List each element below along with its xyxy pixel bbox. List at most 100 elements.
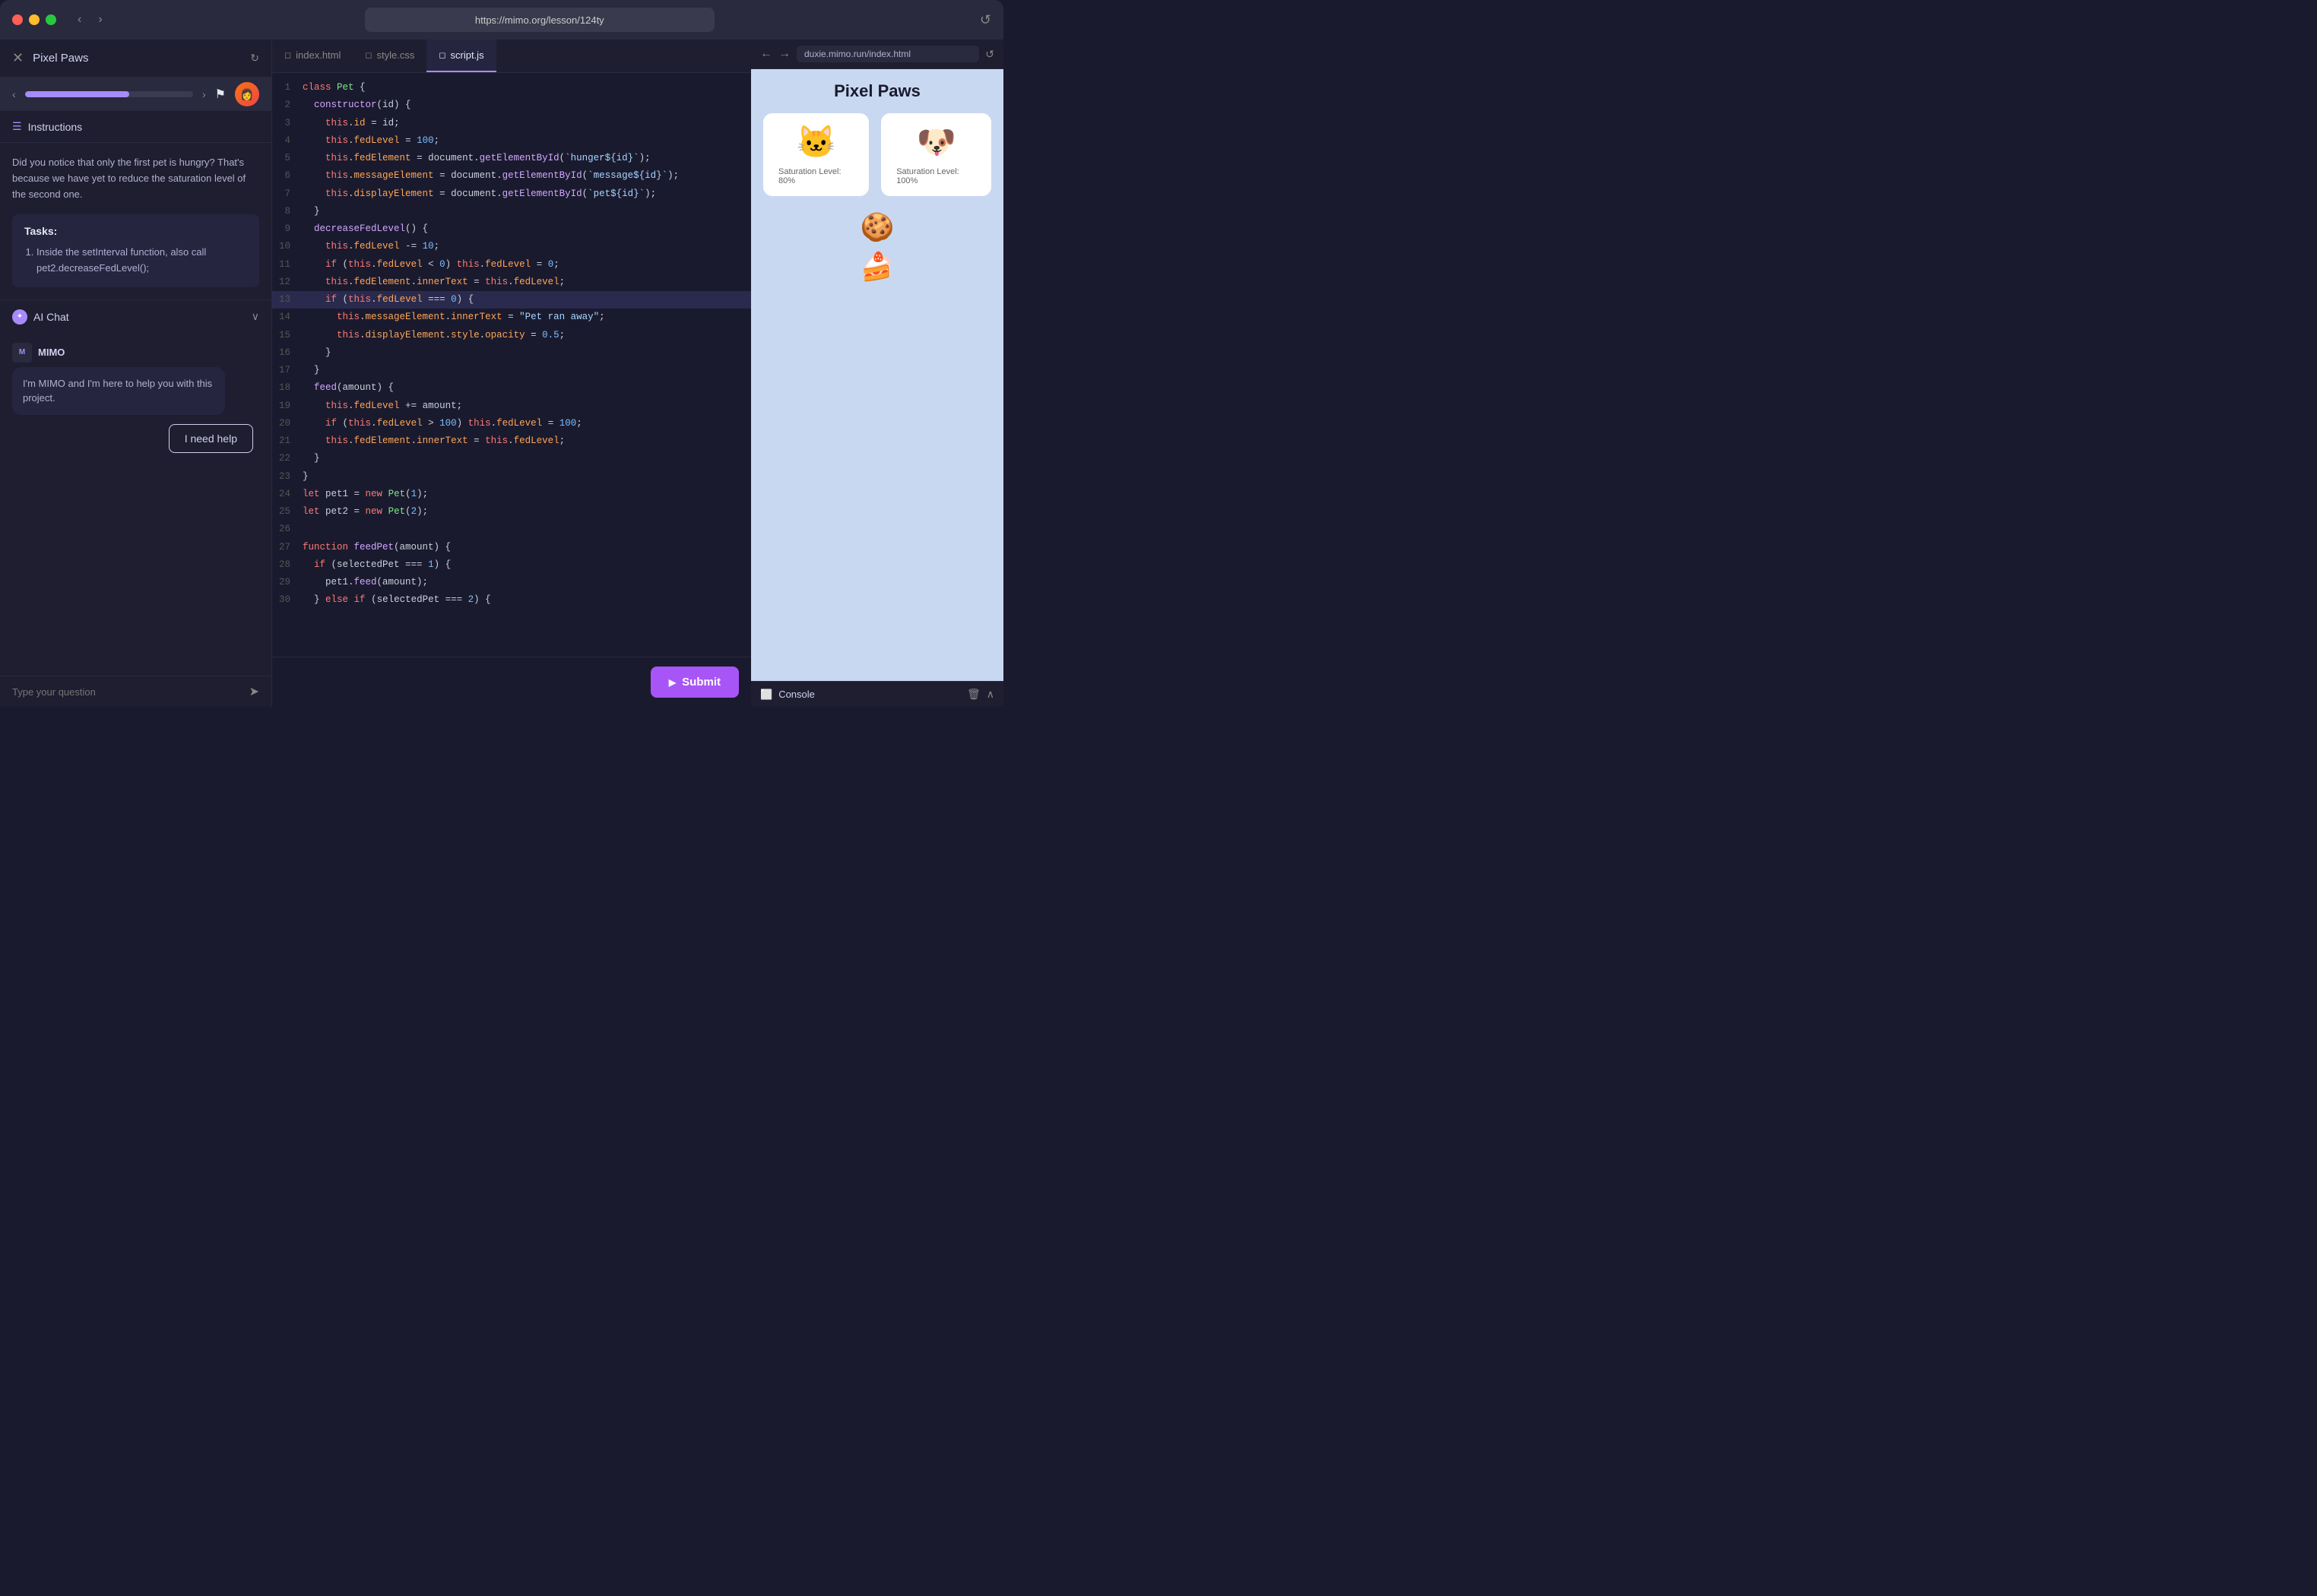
browser-refresh-icon[interactable]: ↺ (980, 12, 991, 28)
url-bar[interactable]: https://mimo.org/lesson/124ty (365, 8, 715, 32)
code-line-21: 21 this.fedElement.innerText = this.fedL… (272, 432, 751, 450)
tab-index-html[interactable]: ◻ index.html (272, 40, 353, 72)
left-header: ✕ Pixel Paws ↻ (0, 40, 271, 78)
code-line-25: 25 let pet2 = new Pet(2); (272, 503, 751, 521)
chat-input-row: ➤ (0, 676, 271, 707)
project-name: Pixel Paws (33, 52, 241, 65)
browser-nav: ‹ › (71, 10, 109, 30)
pet-card-2: 🐶 Saturation Level: 100% (881, 113, 991, 196)
tab-style-css[interactable]: ◻ style.css (353, 40, 426, 72)
right-panel: ← → duxie.mimo.run/index.html ↺ Pixel Pa… (751, 40, 1003, 707)
code-line-11: 11 if (this.fedLevel < 0) this.fedLevel … (272, 256, 751, 274)
console-label: Console (778, 689, 961, 700)
task-item: Inside the setInterval function, also ca… (36, 245, 247, 277)
code-line-20: 20 if (this.fedLevel > 100) this.fedLeve… (272, 415, 751, 432)
code-line-3: 3 this.id = id; (272, 115, 751, 132)
url-text: https://mimo.org/lesson/124ty (475, 14, 604, 26)
code-line-19: 19 this.fedLevel += amount; (272, 397, 751, 415)
tabs-bar: ◻ index.html ◻ style.css ◻ script.js (272, 40, 751, 73)
code-line-29: 29 pet1.feed(amount); (272, 574, 751, 591)
code-line-22: 22 } (272, 450, 751, 467)
instructions-header: ☰ Instructions (0, 111, 271, 143)
console-delete-icon[interactable]: 🗑 (967, 688, 981, 701)
mimo-msg-header: M MIMO (12, 343, 259, 363)
code-line-12: 12 this.fedElement.innerText = this.fedL… (272, 274, 751, 291)
forward-arrow-icon[interactable]: › (92, 10, 108, 30)
tab-css-label: style.css (377, 49, 415, 61)
title-bar: ‹ › https://mimo.org/lesson/124ty ↺ (0, 0, 1003, 40)
preview-forward-icon[interactable]: → (778, 47, 791, 61)
code-line-2: 2 constructor(id) { (272, 97, 751, 114)
html-file-icon: ◻ (284, 50, 291, 60)
code-line-4: 4 this.fedLevel = 100; (272, 132, 751, 150)
back-arrow-icon[interactable]: ‹ (71, 10, 87, 30)
preview-refresh-icon[interactable]: ↺ (985, 48, 994, 61)
code-line-28: 28 if (selectedPet === 1) { (272, 556, 751, 574)
code-line-5: 5 this.fedElement = document.getElementB… (272, 150, 751, 167)
pet-card-1: 🐱 Saturation Level: 80% (763, 113, 869, 196)
progress-forward-icon[interactable]: › (202, 88, 206, 100)
instructions-label: Instructions (28, 121, 83, 133)
center-panel: ◻ index.html ◻ style.css ◻ script.js 1 c… (272, 40, 751, 707)
maximize-button[interactable] (46, 14, 56, 25)
code-line-10: 10 this.fedLevel -= 10; (272, 238, 751, 255)
ai-chat-label: AI Chat (33, 311, 246, 323)
code-line-23: 23 } (272, 468, 751, 486)
console-collapse-icon[interactable]: ∧ (987, 688, 994, 701)
minimize-button[interactable] (29, 14, 40, 25)
pet-1-saturation: Saturation Level: 80% (778, 167, 854, 185)
preview-title: Pixel Paws (834, 81, 921, 101)
instructions-icon: ☰ (12, 120, 22, 133)
submit-area: Submit (272, 657, 751, 707)
progress-track (25, 91, 193, 97)
code-line-27: 27 function feedPet(amount) { (272, 539, 751, 556)
submit-button[interactable]: Submit (651, 667, 739, 698)
code-line-14: 14 this.messageElement.innerText = "Pet … (272, 309, 751, 326)
preview-back-icon[interactable]: ← (760, 47, 772, 61)
food-cake-emoji: 🍰 (861, 251, 895, 283)
code-line-6: 6 this.messageElement = document.getElem… (272, 167, 751, 185)
preview-content: Pixel Paws 🐱 Saturation Level: 80% 🐶 Sat… (751, 69, 1003, 681)
ai-chat-section: ✦ AI Chat ∨ M MIMO I'm MIMO and I'm here… (0, 299, 271, 707)
code-line-13: 13 if (this.fedLevel === 0) { (272, 291, 751, 309)
chat-input[interactable] (12, 686, 243, 698)
tab-script-js[interactable]: ◻ script.js (426, 40, 496, 72)
avatar: 👩 (235, 82, 259, 106)
ai-chat-header[interactable]: ✦ AI Chat ∨ (0, 300, 271, 334)
code-line-24: 24 let pet1 = new Pet(1); (272, 486, 751, 503)
mimo-message: M MIMO I'm MIMO and I'm here to help you… (12, 343, 259, 415)
mimo-avatar: M (12, 343, 32, 363)
pet-2-saturation: Saturation Level: 100% (896, 167, 976, 185)
code-line-8: 8 } (272, 203, 751, 220)
console-icon: ⬜ (760, 689, 772, 701)
close-button[interactable] (12, 14, 23, 25)
left-panel: ✕ Pixel Paws ↻ ‹ › ⚑ 👩 ☰ Instructions Di… (0, 40, 272, 707)
close-icon[interactable]: ✕ (12, 50, 24, 66)
tab-js-label: script.js (451, 49, 484, 61)
code-line-9: 9 decreaseFedLevel() { (272, 220, 751, 238)
food-items: 🍪 🍰 (861, 211, 895, 283)
mimo-bubble: I'm MIMO and I'm here to help you with t… (12, 367, 225, 415)
send-button[interactable]: ➤ (249, 684, 259, 699)
chevron-down-icon: ∨ (252, 310, 259, 323)
progress-back-icon[interactable]: ‹ (12, 88, 16, 100)
pets-row: 🐱 Saturation Level: 80% 🐶 Saturation Lev… (763, 113, 991, 196)
preview-nav: ← → duxie.mimo.run/index.html ↺ (751, 40, 1003, 69)
preview-url[interactable]: duxie.mimo.run/index.html (797, 46, 979, 62)
flag-icon: ⚑ (215, 87, 226, 102)
tasks-box: Tasks: Inside the setInterval function, … (12, 214, 259, 287)
code-line-16: 16 } (272, 344, 751, 362)
mimo-name: MIMO (38, 347, 65, 358)
main-container: ✕ Pixel Paws ↻ ‹ › ⚑ 👩 ☰ Instructions Di… (0, 40, 1003, 707)
ai-icon: ✦ (12, 309, 27, 325)
help-button[interactable]: I need help (169, 424, 253, 453)
code-line-26: 26 (272, 521, 751, 538)
code-editor[interactable]: 1 class Pet { 2 constructor(id) { 3 this… (272, 73, 751, 657)
tab-html-label: index.html (296, 49, 341, 61)
refresh-project-icon[interactable]: ↻ (250, 52, 259, 65)
css-file-icon: ◻ (365, 50, 372, 60)
code-line-1: 1 class Pet { (272, 79, 751, 97)
instructions-body: Did you notice that only the first pet i… (0, 143, 271, 214)
console-bar: ⬜ Console 🗑 ∧ (751, 681, 1003, 707)
progress-bar-area: ‹ › ⚑ 👩 (0, 78, 271, 111)
